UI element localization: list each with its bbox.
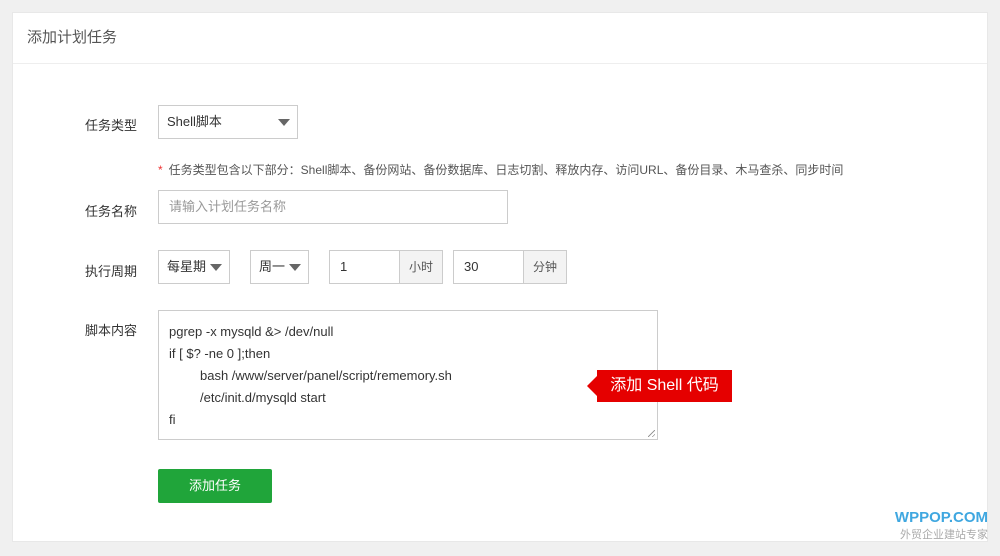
hour-input[interactable]: 1 [329,250,400,284]
watermark-tagline: 外贸企业建站专家 [900,529,988,541]
script-textarea[interactable]: pgrep -x mysqld &> /dev/null if [ $? -ne… [158,310,658,440]
chevron-down-icon [278,119,290,126]
task-name-label: 任务名称 [85,204,138,219]
code-line: /etc/init.d/mysqld start [200,390,326,405]
watermark: WPPOP.COM 外贸企业建站专家 [886,510,988,542]
code-line: pgrep -x mysqld &> /dev/null [169,324,334,339]
hour-value: 1 [340,259,348,274]
watermark-brand: WPPOP.COM [894,509,988,526]
callout-arrow-icon [587,376,597,396]
minute-value: 30 [464,259,479,274]
chevron-down-icon [289,264,301,271]
callout-text: 添加 Shell 代码 [610,377,719,394]
period-cycle-value: 每星期 [167,259,207,274]
minute-input[interactable]: 30 [453,250,524,284]
code-line: if [ $? -ne 0 ];then [169,346,271,361]
minute-unit: 分钟 [523,250,567,284]
annotation-callout: 添加 Shell 代码 [587,370,732,402]
hour-unit: 小时 [399,250,443,284]
panel-title: 添加计划任务 [13,13,987,64]
resize-handle-icon[interactable] [648,430,655,437]
task-type-hint: * 任务类型包含以下部分：Shell脚本、备份网站、备份数据库、日志切割、释放内存… [158,161,843,178]
task-type-value: Shell脚本 [167,114,222,129]
add-cron-task-panel: 添加计划任务 任务类型 Shell脚本 * 任务类型包含以下部分：Shell脚本、… [12,12,988,542]
task-type-select[interactable]: Shell脚本 [158,105,298,139]
required-star: * [158,163,163,177]
period-cycle-select[interactable]: 每星期 [158,250,230,284]
code-line: fi [169,412,176,427]
task-name-input[interactable]: 请输入计划任务名称 [158,190,508,224]
weekday-value: 周一 [259,259,286,274]
chevron-down-icon [210,264,222,271]
period-label: 执行周期 [85,264,138,279]
code-line: bash /www/server/panel/script/rememory.s… [200,368,452,383]
script-label: 脚本内容 [85,323,138,338]
task-name-placeholder: 请输入计划任务名称 [169,199,287,214]
task-type-label: 任务类型 [85,118,138,133]
task-type-hint-text: 任务类型包含以下部分：Shell脚本、备份网站、备份数据库、日志切割、释放内存、… [168,163,844,177]
add-task-button[interactable]: 添加任务 [158,469,272,503]
weekday-select[interactable]: 周一 [250,250,309,284]
